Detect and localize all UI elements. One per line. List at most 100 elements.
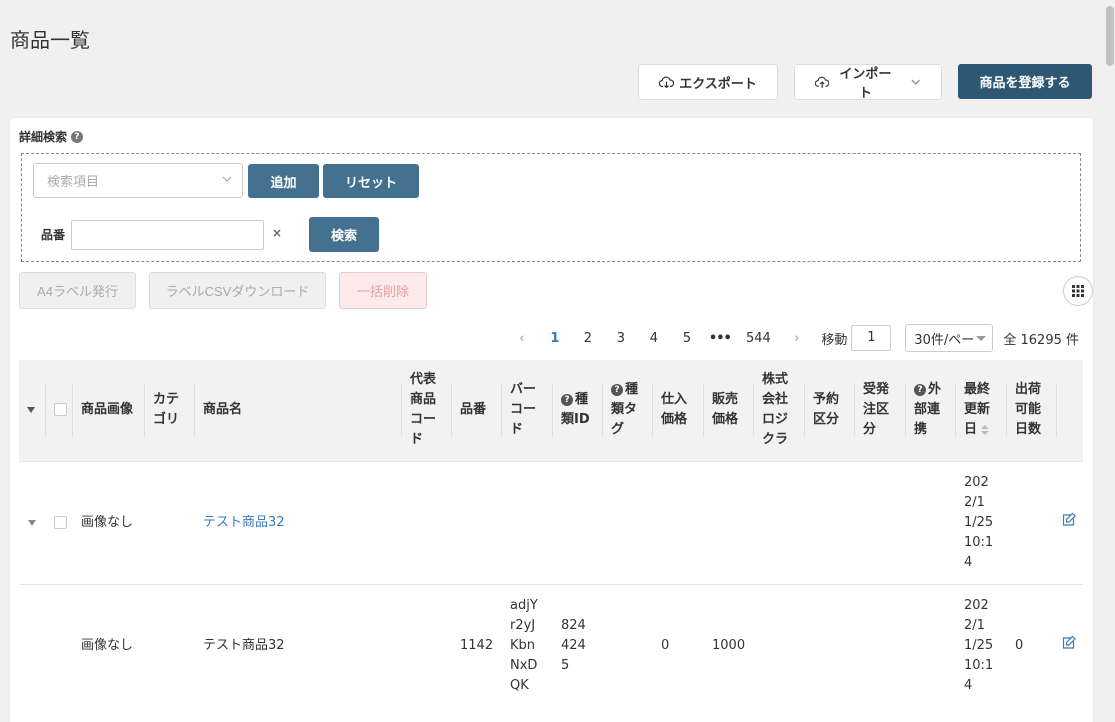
advanced-search-box: 検索項目 追加 リセット 品番 × 検索 [21,153,1081,262]
product-table: 商品画像 カテゴリ 商品名 代表商品コード 品番 バーコード ? 種類ID ? 種類… [19,360,1083,707]
product-name-link[interactable]: テスト商品32 [203,515,285,530]
page-scrollbar-track[interactable] [1105,0,1115,722]
chevron-down-icon [911,79,920,85]
page-ellipsis[interactable]: ••• [703,331,736,346]
cell-barcode [501,460,552,584]
caret-down-icon [28,519,36,526]
cloud-upload-icon [815,76,830,88]
help-icon[interactable]: ? [914,384,926,397]
a4-label-button[interactable]: A4ラベル発行 [19,272,136,309]
edit-button[interactable] [1056,583,1083,707]
cell-price [703,460,753,584]
col-reserve: 予約区分 [804,360,854,461]
cell-sku [451,460,501,584]
import-label: インポート [839,66,892,100]
cell-barcode: adjYr2yJKbnNxDQK [501,583,552,707]
col-updated[interactable]: 最終更新日 [955,360,1006,461]
column-settings-button[interactable] [1063,276,1093,306]
cell-type-id [552,460,602,584]
cell-updated: 2022/11/25 10:14 [955,583,1006,707]
reset-button[interactable]: リセット [323,164,419,198]
cell-ext [905,583,955,707]
product-list-panel: 詳細検索 ? 検索項目 追加 リセット 品番 × 検索 A4ラベル発行 ラベルC… [10,118,1093,722]
expand-all-header[interactable] [19,360,45,461]
col-category: カテゴリ [144,360,194,461]
clear-field-button[interactable]: × [272,226,282,240]
edit-button[interactable] [1056,460,1083,584]
cell-logi [753,460,804,584]
import-button[interactable]: インポート [794,64,942,100]
col-type-tag: ? 種類タグ [602,360,652,461]
per-page-select[interactable]: 30件/ペー [905,324,994,352]
register-product-button[interactable]: 商品を登録する [958,64,1092,99]
row-expand-empty [19,583,45,707]
cell-reserve [804,583,854,707]
select-all-header[interactable] [45,360,72,461]
col-actions [1056,360,1083,461]
prev-page-button[interactable]: ‹ [505,331,538,346]
grid-icon [1072,285,1084,297]
cell-image: 画像なし [72,583,144,707]
cell-ext [905,460,955,584]
help-icon[interactable]: ? [71,130,84,143]
sku-input[interactable] [71,220,264,250]
help-icon[interactable]: ? [611,384,623,397]
cell-order [854,583,905,707]
col-code: 代表商品コード [401,360,451,461]
sort-icon[interactable] [981,424,990,435]
label-csv-download-button[interactable]: ラベルCSVダウンロード [149,272,326,309]
cell-name: テスト商品32 [194,583,401,707]
page-3[interactable]: 3 [604,331,637,346]
cell-name: テスト商品32 [194,460,401,584]
select-all-checkbox[interactable] [54,403,67,417]
advanced-search-label: 詳細検索 [19,130,68,144]
per-page-value: 30件/ペー [914,332,975,348]
goto-page-input[interactable]: 1 [851,325,892,351]
col-image: 商品画像 [72,360,144,461]
page: 商品一覧 エクスポート インポート 商品を登録する 詳細検索 ? 検索項目 追加… [0,0,1115,722]
export-label: エクスポート [679,75,757,91]
col-logi: 株式会社ロジクラ [753,360,804,461]
cell-order [854,460,905,584]
next-page-button[interactable]: › [780,331,813,346]
cell-code [401,583,451,707]
search-item-placeholder: 検索項目 [47,175,100,190]
cell-price: 1000 [703,583,753,707]
col-name: 商品名 [194,360,401,461]
page-4[interactable]: 4 [637,331,670,346]
col-sku: 品番 [451,360,501,461]
cell-cost: 0 [652,583,703,707]
row-select-cell [45,460,72,584]
cell-category [144,460,194,584]
cell-cost [652,460,703,584]
page-1[interactable]: 1 [538,331,571,346]
cell-image: 画像なし [72,460,144,584]
table-row: 画像なし テスト商品32 2022/11/25 10:14 [19,460,1083,584]
add-condition-button[interactable]: 追加 [248,164,319,198]
search-item-select[interactable]: 検索項目 [33,163,243,198]
total-count: 全 16295 件 [1003,332,1079,348]
col-cost: 仕入価格 [652,360,703,461]
col-type-id: ? 種類ID [552,360,602,461]
cell-logi [753,583,804,707]
top-actions: エクスポート インポート 商品を登録する [638,64,1092,100]
cell-code [401,460,451,584]
goto-label: 移動 [821,332,848,348]
caret-down-icon [27,407,35,414]
help-icon[interactable]: ? [561,394,573,407]
bulk-actions: A4ラベル発行 ラベルCSVダウンロード 一括削除 [19,272,427,309]
row-checkbox[interactable] [54,515,67,529]
page-5[interactable]: 5 [670,331,703,346]
bulk-delete-button[interactable]: 一括削除 [339,272,427,309]
page-2[interactable]: 2 [571,331,604,346]
search-button[interactable]: 検索 [309,217,379,252]
col-price: 販売価格 [703,360,753,461]
cell-sku: 1142 [451,583,501,707]
expand-row-button[interactable] [19,460,45,584]
page-scrollbar-thumb[interactable] [1106,6,1114,66]
col-ship-days: 出荷可能日数 [1006,360,1056,461]
cell-reserve [804,460,854,584]
advanced-search-title: 詳細検索 ? [19,128,84,145]
export-button[interactable]: エクスポート [638,64,778,100]
page-last[interactable]: 544 [736,331,780,346]
